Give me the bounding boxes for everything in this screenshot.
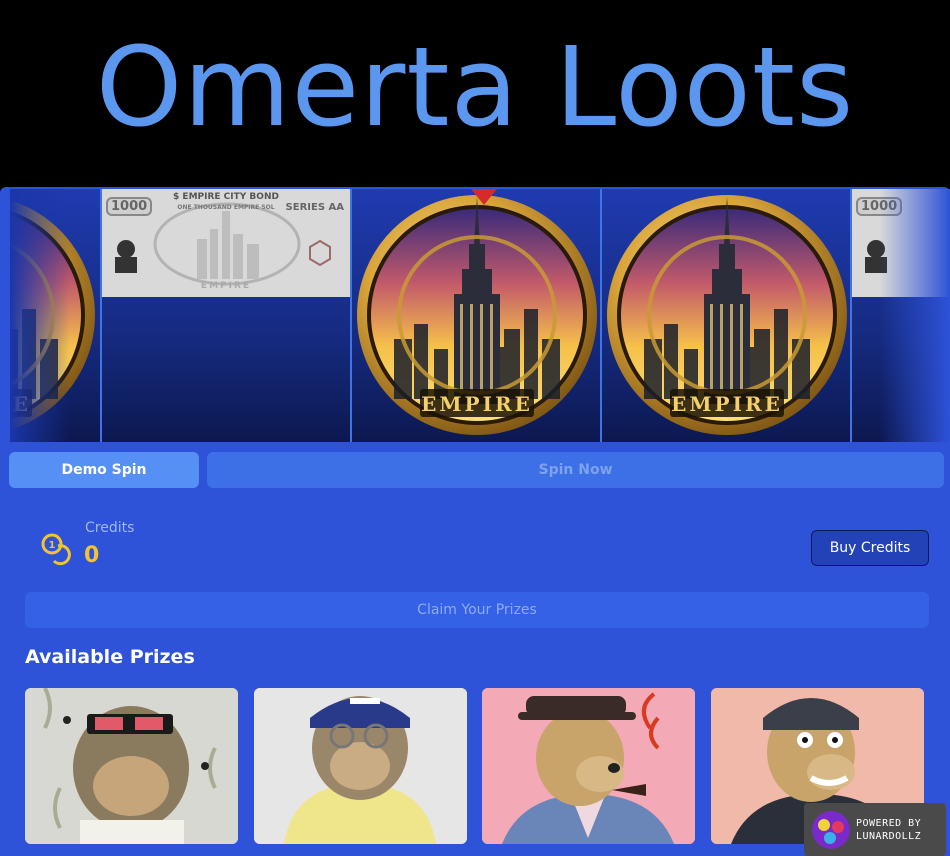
lunardollz-logo-icon <box>812 810 850 849</box>
prize-card-2[interactable] <box>254 688 467 844</box>
buy-credits-button[interactable]: Buy Credits <box>811 530 929 566</box>
reel-item-bond: 1000 $ EMPIRE CITY BOND ONE THOUSAND EMP… <box>100 189 350 442</box>
bond-series: SERIES AA <box>285 202 344 213</box>
page-title: Omerta Loots <box>95 22 855 151</box>
bond-heading: $ EMPIRE CITY BOND <box>173 192 279 202</box>
bond-portrait-icon <box>865 240 887 273</box>
prize-card-1[interactable] <box>25 688 238 844</box>
credits-value: 0 <box>84 543 100 568</box>
ape-cap-hoodie-portrait-icon <box>254 688 467 844</box>
claim-prizes-button[interactable]: Claim Your Prizes <box>25 592 929 628</box>
reel-item-coin <box>600 189 850 442</box>
main-panel: 1000 $ EMPIRE CITY BOND ONE THOUSAND EMP… <box>0 187 950 856</box>
powered-by-line1: POWERED BY <box>856 817 922 829</box>
prize-card-3[interactable] <box>482 688 695 844</box>
available-prizes-heading: Available Prizes <box>25 646 195 668</box>
empire-coin-icon <box>604 189 850 442</box>
svg-text:1: 1 <box>49 540 56 551</box>
reel-item-bond: 1000 <box>850 189 950 442</box>
empire-coin-icon <box>10 189 98 442</box>
reel-item-coin <box>10 189 100 442</box>
header: Omerta Loots <box>0 0 950 187</box>
spin-now-button[interactable]: Spin Now <box>207 452 944 488</box>
reel-item-coin-selected <box>350 189 600 442</box>
credits-coins-icon: 1 <box>41 533 71 566</box>
credits-label: Credits <box>85 520 135 536</box>
demo-spin-button[interactable]: Demo Spin <box>9 452 199 488</box>
empire-bond-image: 1000 $ EMPIRE CITY BOND ONE THOUSAND EMP… <box>102 189 350 297</box>
bond-footer: EMPIRE <box>200 281 252 291</box>
empire-bond-image: 1000 <box>852 189 950 297</box>
powered-by-badge[interactable]: POWERED BY LUNARDOLLZ <box>804 803 946 856</box>
spin-reel: 1000 $ EMPIRE CITY BOND ONE THOUSAND EMP… <box>10 189 950 442</box>
empire-coin-icon <box>354 189 600 442</box>
reel-pointer-icon <box>471 189 497 205</box>
bear-pipe-hat-portrait-icon <box>482 688 695 844</box>
powered-by-line2: LUNARDOLLZ <box>856 830 922 842</box>
ape-sunglasses-portrait-icon <box>25 688 238 844</box>
powered-by-text: POWERED BY LUNARDOLLZ <box>856 817 921 843</box>
